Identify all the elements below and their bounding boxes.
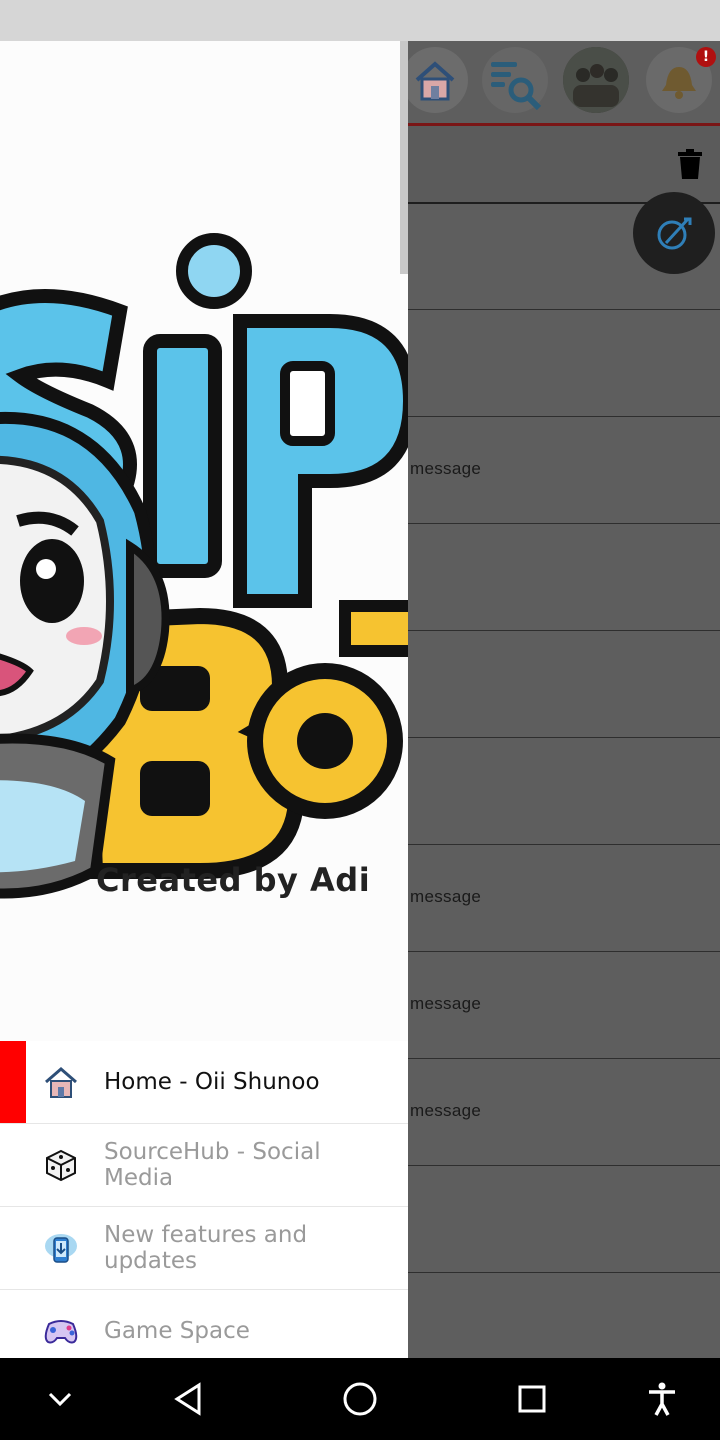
- menu-item-game-space[interactable]: Game Space: [0, 1290, 408, 1358]
- menu-item-label: Home - Oii Shunoo: [104, 1069, 320, 1095]
- background-row-text: message: [410, 1101, 482, 1120]
- phone-download-icon: [38, 1225, 84, 1271]
- background-row-text: message: [410, 887, 482, 906]
- search-list-icon[interactable]: [482, 47, 548, 113]
- home-circle-icon[interactable]: [336, 1378, 384, 1420]
- drawer-scrollbar[interactable]: [400, 41, 408, 274]
- system-nav-bar: [0, 1358, 720, 1440]
- menu-item-new-features-and-updates[interactable]: New features and updates: [0, 1207, 408, 1290]
- background-row-text: message: [410, 459, 482, 478]
- menu-item-label: Game Space: [104, 1318, 250, 1344]
- home-icon[interactable]: [402, 47, 468, 113]
- sipobot-logo: Created by Adi: [0, 41, 408, 1041]
- group-avatar[interactable]: [563, 47, 629, 113]
- back-icon[interactable]: [164, 1378, 212, 1420]
- status-bar: [0, 0, 720, 41]
- menu-item-label: SourceHub - Social Media: [104, 1139, 321, 1191]
- menu-item-sourcehub-social-media[interactable]: SourceHub - Social Media: [0, 1124, 408, 1207]
- logo-credit-text: Created by Adi: [96, 861, 371, 899]
- recents-icon[interactable]: [508, 1378, 556, 1420]
- menu-item-label: New features and updates: [104, 1222, 308, 1274]
- chevron-down-icon[interactable]: [36, 1378, 84, 1420]
- accessibility-icon[interactable]: [638, 1378, 686, 1420]
- navigation-drawer[interactable]: Created by Adi Home - Oii Shunoo SourceHu…: [0, 41, 408, 1358]
- trash-icon[interactable]: [676, 148, 704, 180]
- menu-item-home-oii-shunoo[interactable]: Home - Oii Shunoo: [0, 1041, 408, 1124]
- house-icon: [38, 1059, 84, 1105]
- gamepad-icon: [38, 1308, 84, 1354]
- background-row-text: message: [410, 994, 482, 1013]
- dice-icon: [38, 1142, 84, 1188]
- active-indicator: [0, 1041, 26, 1123]
- notification-badge: !: [696, 47, 716, 67]
